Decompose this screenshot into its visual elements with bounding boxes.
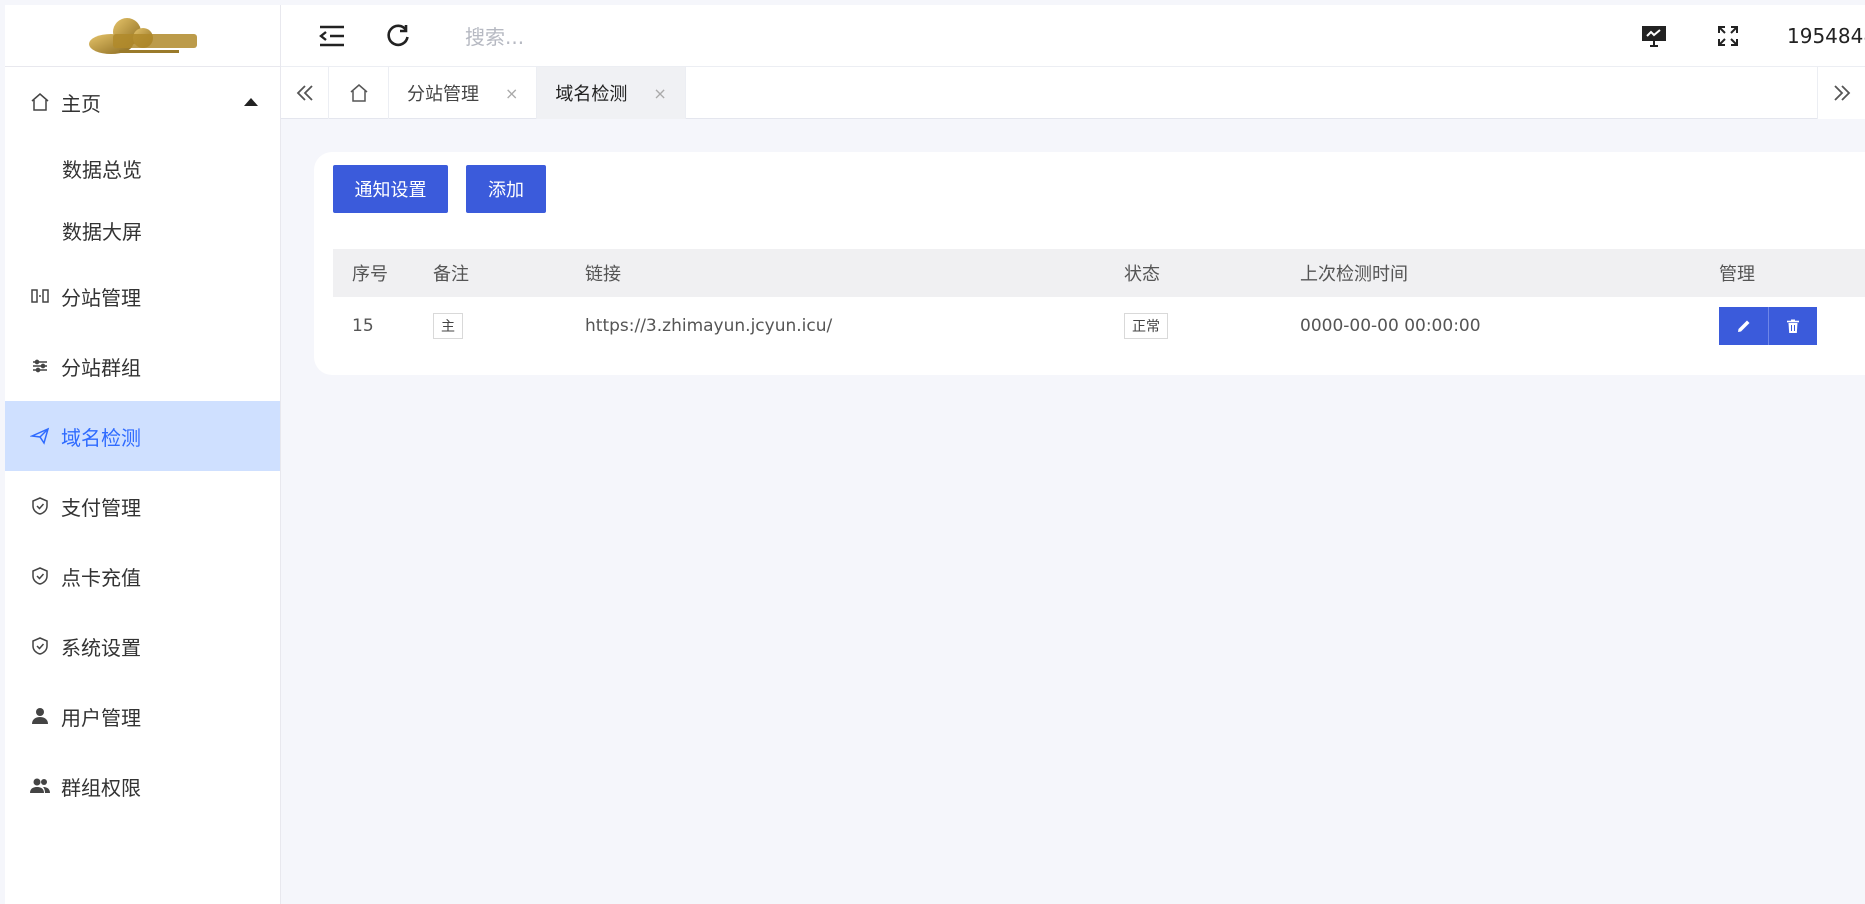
sidebar-item-label: 支付管理 <box>61 495 141 520</box>
column-header-link: 链接 <box>585 264 621 285</box>
row-actions <box>1719 307 1817 345</box>
home-icon <box>29 91 51 113</box>
header-right: 1954848 <box>1639 5 1865 67</box>
sidebar-item-label: 群组权限 <box>61 775 141 800</box>
row-id: 15 <box>352 316 374 336</box>
tab-scroll-right-icon[interactable] <box>1817 67 1865 119</box>
table-row: 15 主 https://3.zhimayun.jcyun.icu/ 正常 00… <box>333 297 1865 355</box>
edit-button[interactable] <box>1719 307 1768 345</box>
column-header-id: 序号 <box>352 264 388 285</box>
tab-label: 分站管理 <box>407 84 479 105</box>
tab-bar: 分站管理 × 域名检测 × <box>281 67 1865 119</box>
tab-scroll-left-icon[interactable] <box>281 67 329 119</box>
search-input[interactable]: 搜索... <box>465 21 524 50</box>
refresh-icon[interactable] <box>383 21 413 51</box>
sidebar-item-data-screen[interactable]: 数据大屏 <box>5 199 280 261</box>
users-icon <box>29 775 51 797</box>
sidebar-item-substation[interactable]: 分站管理 <box>5 261 280 331</box>
caret-up-icon[interactable] <box>244 98 258 106</box>
columns-icon <box>29 285 51 307</box>
column-header-manage: 管理 <box>1719 264 1755 285</box>
domain-table: 序号 备注 链接 状态 上次检测时间 管理 15 主 https://3.zhi… <box>333 249 1865 355</box>
tab-close-icon[interactable]: × <box>653 84 666 103</box>
delete-button[interactable] <box>1768 307 1817 345</box>
presentation-icon[interactable] <box>1639 21 1669 51</box>
sidebar-item-label: 主页 <box>61 91 101 116</box>
fullscreen-icon[interactable] <box>1713 21 1743 51</box>
sidebar-item-substation-group[interactable]: 分站群组 <box>5 331 280 401</box>
username[interactable]: 1954848 <box>1787 24 1865 48</box>
column-header-status: 状态 <box>1124 264 1160 285</box>
sidebar-item-label: 分站管理 <box>61 285 141 310</box>
content-card: 通知设置 添加 序号 备注 链接 状态 上次检测时间 管理 15 主 https… <box>314 152 1865 375</box>
sidebar-item-home[interactable]: 主页 <box>5 67 280 137</box>
sidebar-item-card-recharge[interactable]: 点卡充值 <box>5 541 280 611</box>
column-header-note: 备注 <box>433 264 469 285</box>
row-link[interactable]: https://3.zhimayun.jcyun.icu/ <box>585 316 832 336</box>
tab-substation[interactable]: 分站管理 × <box>389 67 538 119</box>
shield-check-icon <box>29 565 51 587</box>
logo[interactable] <box>5 5 280 67</box>
table-header: 序号 备注 链接 状态 上次检测时间 管理 <box>333 249 1865 297</box>
row-status-badge: 正常 <box>1124 313 1168 339</box>
row-note-tag: 主 <box>433 313 463 339</box>
sidebar-item-label: 分站群组 <box>61 355 141 380</box>
pencil-icon <box>1737 320 1749 332</box>
trash-icon <box>1787 319 1799 333</box>
sidebar-item-label: 用户管理 <box>61 705 141 730</box>
brand-logo-icon <box>88 17 197 54</box>
row-last-check: 0000-00-00 00:00:00 <box>1300 316 1481 336</box>
shield-check-icon <box>29 495 51 517</box>
sidebar-item-label: 域名检测 <box>61 425 141 450</box>
sidebar: 主页 数据总览 数据大屏 分站管理 分站群组 域名检测 支付管理 点卡充值 系统… <box>5 5 281 904</box>
sidebar-item-domain-check[interactable]: 域名检测 <box>5 401 280 471</box>
sidebar-item-label: 点卡充值 <box>61 565 141 590</box>
tab-domain-check[interactable]: 域名检测 × <box>537 67 686 119</box>
sliders-icon <box>29 355 51 377</box>
sidebar-item-group-permissions[interactable]: 群组权限 <box>5 751 280 821</box>
tab-close-icon[interactable]: × <box>505 84 518 103</box>
sidebar-item-label: 数据总览 <box>62 157 142 182</box>
tab-label: 域名检测 <box>555 84 628 105</box>
user-icon <box>29 705 51 727</box>
sidebar-item-data-overview[interactable]: 数据总览 <box>5 137 280 199</box>
sidebar-item-system-settings[interactable]: 系统设置 <box>5 611 280 681</box>
column-header-last-check: 上次检测时间 <box>1300 264 1408 285</box>
top-header: 搜索... 1954848 <box>281 5 1865 67</box>
add-button[interactable]: 添加 <box>466 165 546 213</box>
sidebar-item-label: 系统设置 <box>61 635 141 660</box>
sidebar-item-payment[interactable]: 支付管理 <box>5 471 280 541</box>
shield-check-icon <box>29 635 51 657</box>
notify-settings-button[interactable]: 通知设置 <box>333 165 448 213</box>
sidebar-item-label: 数据大屏 <box>62 219 142 244</box>
sidebar-item-user-management[interactable]: 用户管理 <box>5 681 280 751</box>
menu-collapse-icon[interactable] <box>317 21 347 51</box>
tab-home-icon[interactable] <box>329 67 389 119</box>
send-icon <box>29 425 51 447</box>
